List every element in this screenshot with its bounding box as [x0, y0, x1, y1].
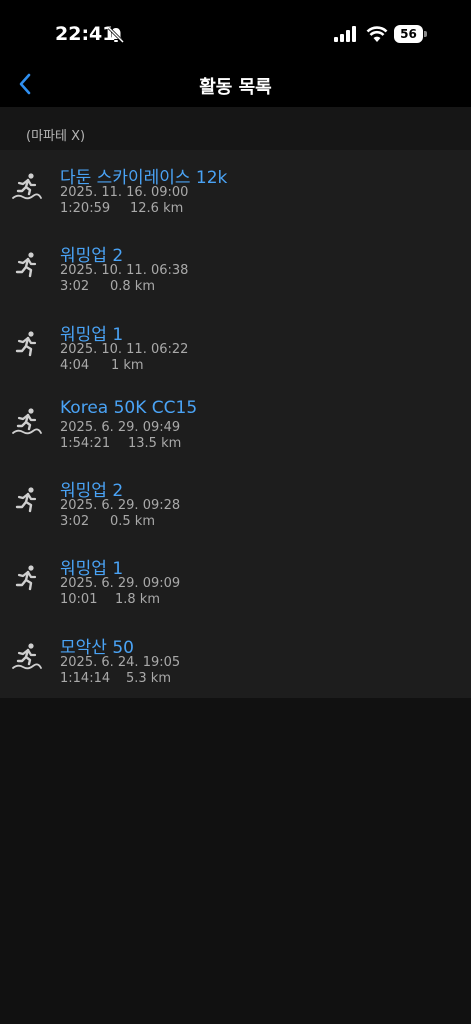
activity-distance: 0.8 km — [110, 279, 155, 295]
section-header: (마파테 X) — [0, 107, 471, 150]
cellular-signal-icon — [334, 26, 356, 42]
activity-date: 2025. 6. 29. 09:49 — [60, 419, 181, 435]
run-icon — [15, 564, 37, 591]
activity-date: 2025. 6. 29. 09:28 — [60, 498, 181, 514]
activity-date: 2025. 10. 11. 06:22 — [60, 341, 189, 357]
activity-row[interactable]: 워밍업 1 2025. 10. 11. 06:22 4:04 1 km — [0, 307, 471, 385]
section-label: (마파테 X) — [26, 129, 86, 144]
activity-distance: 0.5 km — [110, 514, 155, 530]
activity-row[interactable]: 다둔 스카이레이스 12k 2025. 11. 16. 09:00 1:20:5… — [0, 150, 471, 228]
activity-date: 2025. 6. 24. 19:05 — [60, 654, 181, 670]
activity-date: 2025. 11. 16. 09:00 — [60, 185, 189, 200]
wifi-icon — [366, 26, 388, 42]
trail-run-icon — [12, 641, 42, 670]
activity-row[interactable]: Korea 50K CC15 2025. 6. 29. 09:49 1:54:2… — [0, 385, 471, 463]
activity-distance: 13.5 km — [128, 435, 182, 451]
activity-duration: 3:02 — [60, 279, 90, 295]
activity-distance: 5.3 km — [126, 670, 171, 686]
activity-date: 2025. 10. 11. 06:38 — [60, 263, 189, 279]
activity-title: Korea 50K CC15 — [60, 397, 198, 418]
activity-duration: 1:54:21 — [60, 435, 111, 451]
status-bar: 22:41 56 — [0, 0, 471, 62]
activity-duration: 1:14:14 — [60, 670, 111, 686]
activity-distance: 12.6 km — [130, 201, 184, 216]
bell-slash-icon — [107, 26, 125, 44]
run-icon — [15, 251, 37, 278]
trail-run-icon — [12, 172, 42, 200]
activity-row[interactable]: 워밍업 2 2025. 6. 29. 09:28 3:02 0.5 km — [0, 463, 471, 541]
activity-duration: 1:20:59 — [60, 201, 111, 216]
activity-row[interactable]: 모악산 50 2025. 6. 24. 19:05 1:14:14 5.3 km — [0, 620, 471, 698]
battery-indicator: 56 — [394, 25, 428, 43]
activity-row[interactable]: 워밍업 2 2025. 10. 11. 06:38 3:02 0.8 km — [0, 228, 471, 306]
run-icon — [15, 329, 37, 356]
activity-row[interactable]: 워밍업 1 2025. 6. 29. 09:09 10:01 1.8 km — [0, 541, 471, 619]
activity-list: 다둔 스카이레이스 12k 2025. 11. 16. 09:00 1:20:5… — [0, 150, 471, 698]
activity-duration: 3:02 — [60, 514, 90, 530]
battery-level: 56 — [394, 25, 423, 43]
trail-run-icon — [12, 407, 42, 435]
activity-distance: 1.8 km — [115, 592, 160, 608]
page-title: 활동 목록 — [199, 77, 272, 98]
battery-cap — [424, 31, 427, 37]
navigation-bar: 활동 목록 — [0, 62, 471, 107]
run-icon — [15, 486, 37, 513]
activity-duration: 4:04 — [60, 357, 90, 373]
activity-distance: 1 km — [111, 357, 144, 373]
activity-date: 2025. 6. 29. 09:09 — [60, 576, 181, 592]
activity-duration: 10:01 — [60, 592, 98, 608]
